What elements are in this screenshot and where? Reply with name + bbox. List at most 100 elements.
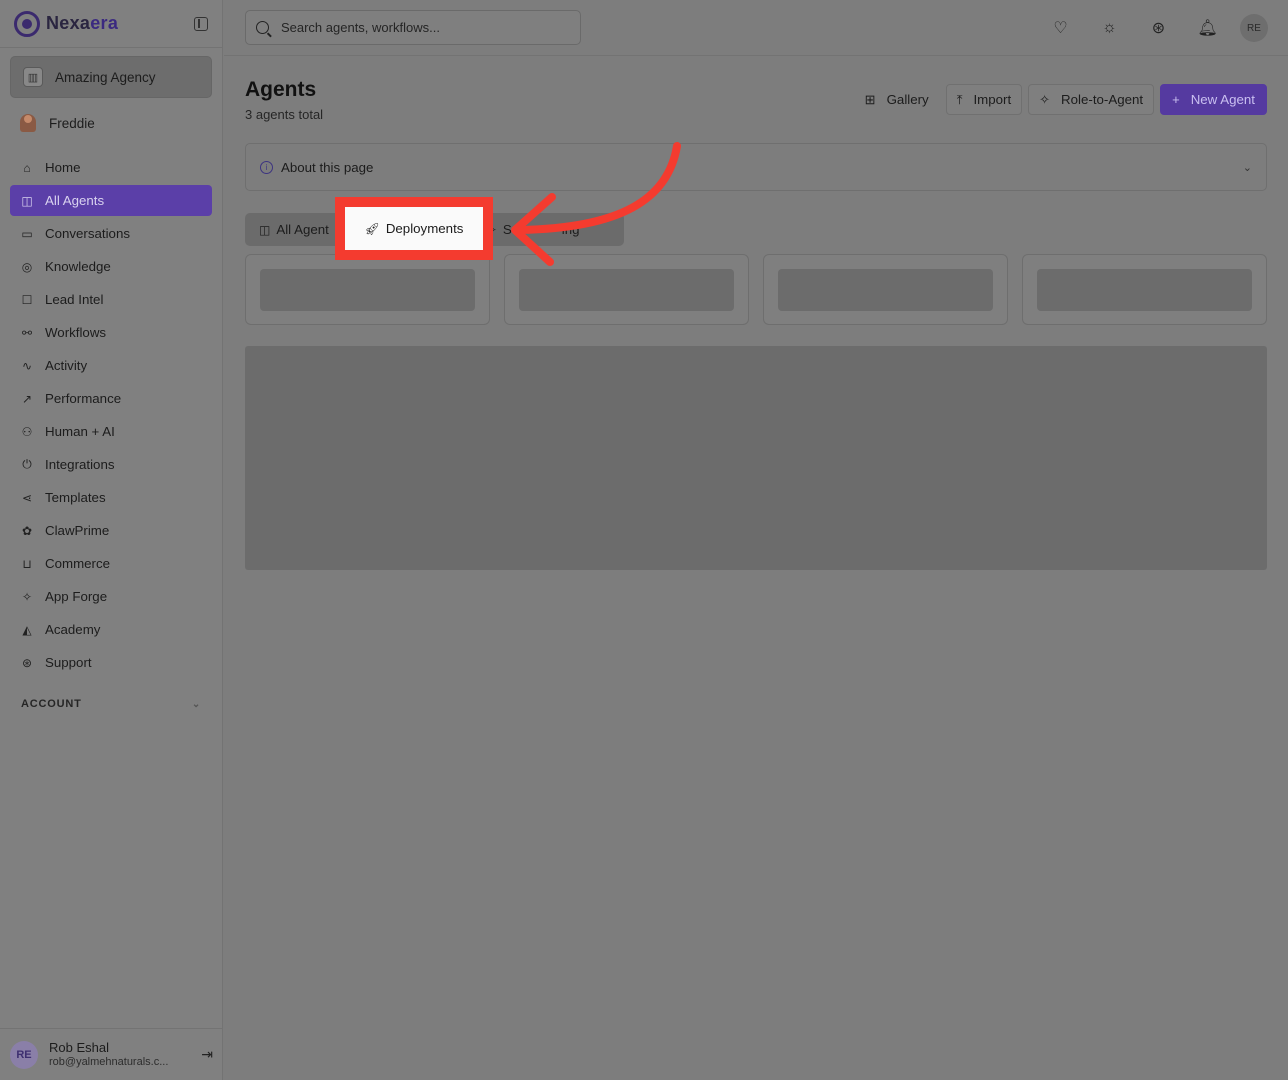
sidebar-item-app-forge[interactable]: ✧ App Forge xyxy=(10,581,212,612)
account-section-toggle[interactable]: ACCOUNT ⌄ xyxy=(0,698,222,710)
logo-icon xyxy=(14,10,40,37)
sidebar-item-clawprime[interactable]: ✿ ClawPrime xyxy=(10,515,212,546)
activity-icon: ∿ xyxy=(21,358,33,373)
sidebar-item-label: Support xyxy=(45,655,92,670)
loading-skeleton xyxy=(260,269,475,311)
new-agent-button[interactable]: + New Agent xyxy=(1160,84,1267,115)
sidebar-item-label: Performance xyxy=(45,391,122,406)
sidebar-item-academy[interactable]: ◭ Academy xyxy=(10,614,212,645)
home-icon: ⌂ xyxy=(23,160,31,175)
sidebar-item-label: Home xyxy=(45,160,81,175)
tab-third[interactable]: ✧ Sing xyxy=(477,216,590,243)
sidebar-item-conversations[interactable]: ▭ Conversations xyxy=(10,218,212,249)
sidebar-item-label: Activity xyxy=(45,358,88,373)
sidebar-item-support[interactable]: ⊛ Support xyxy=(10,647,212,678)
workflow-icon: ⚯ xyxy=(21,325,33,340)
plus-icon: + xyxy=(1172,92,1180,107)
chevron-down-icon: ⌄ xyxy=(191,698,201,710)
gallery-button[interactable]: ⊞ Gallery xyxy=(854,84,940,115)
import-button[interactable]: ⤒ Import xyxy=(945,84,1023,115)
avatar[interactable]: RE xyxy=(1240,14,1268,42)
sidebar-item-label: Workflows xyxy=(45,325,107,340)
deployments-tab-highlighted[interactable]: 🚀︎ Deployments xyxy=(345,207,483,250)
stat-card xyxy=(245,254,490,325)
sidebar-nav: ⌂ Home ◫ All Agents ▭ Conversations ◎ Knowledge… xyxy=(0,152,222,678)
loading-skeleton xyxy=(519,269,734,311)
chat-icon: ▭ xyxy=(21,226,33,241)
sidebar-item-integrations[interactable]: ⏻ Integrations xyxy=(10,449,212,480)
footer-user-name: Rob Eshal xyxy=(49,1039,109,1055)
role-to-agent-button[interactable]: ✧ Role-to-Agent xyxy=(1028,84,1155,115)
sidebar-item-home[interactable]: ⌂ Home xyxy=(10,152,212,183)
brand-logo[interactable]: Nexaera xyxy=(46,13,118,34)
upload-icon: ⤒ xyxy=(956,91,963,107)
sun-icon[interactable]: ☼ xyxy=(1085,14,1134,42)
stat-card xyxy=(1022,254,1267,325)
bell-icon[interactable]: 🔔︎ xyxy=(1183,14,1232,42)
sidebar-item-label: Templates xyxy=(45,490,106,505)
tab-all-agents[interactable]: ◫ All Agent xyxy=(249,216,339,243)
sidebar-item-performance[interactable]: ↗ Performance xyxy=(10,383,212,414)
cart-icon: ⊔ xyxy=(22,556,32,571)
content-loading-skeleton xyxy=(245,346,1267,570)
search-icon xyxy=(256,21,269,34)
sidebar: Nexaera ▥ Amazing Agency Freddie ⌂ Home ◫ A… xyxy=(0,0,223,1080)
sidebar-item-lead-intel[interactable]: ☐ Lead Intel xyxy=(10,284,212,315)
logout-icon[interactable]: ⇥ xyxy=(201,1046,213,1063)
sidebar-item-label: Human + AI xyxy=(45,424,115,439)
trending-icon: ↗ xyxy=(21,391,33,406)
collapse-sidebar-icon[interactable] xyxy=(194,16,208,31)
page-actions: ⊞ Gallery ⤒ Import ✧ Role-to-Agent + New Age… xyxy=(854,84,1267,115)
grid-icon: ⊞ xyxy=(864,91,876,107)
sidebar-item-label: ClawPrime xyxy=(45,523,110,538)
user-name: Freddie xyxy=(49,115,95,131)
heart-icon[interactable]: ♡ xyxy=(1036,14,1085,42)
search-input[interactable] xyxy=(280,20,570,35)
sidebar-item-label: Academy xyxy=(45,622,101,637)
sidebar-item-all-agents[interactable]: ◫ All Agents xyxy=(10,185,212,216)
sidebar-item-label: Knowledge xyxy=(45,259,111,274)
plug-icon: ⏻ xyxy=(22,457,32,471)
chevron-down-icon: ⌄ xyxy=(1242,161,1252,174)
agency-switcher[interactable]: ▥ Amazing Agency xyxy=(10,56,212,98)
user-switcher[interactable]: Freddie xyxy=(0,107,222,139)
paw-icon: ✿ xyxy=(21,523,33,538)
sidebar-item-knowledge[interactable]: ◎ Knowledge xyxy=(10,251,212,282)
graduation-cap-icon: ◭ xyxy=(22,622,32,637)
about-label: About this page xyxy=(281,159,374,175)
user-avatar xyxy=(20,114,36,132)
footer-user: RE Rob Eshal rob@yalmehnaturals.c... ⇥ xyxy=(0,1028,223,1080)
loading-skeleton xyxy=(778,269,993,311)
footer-user-info: Rob Eshal rob@yalmehnaturals.c... xyxy=(49,1040,177,1070)
sidebar-item-label: Lead Intel xyxy=(45,292,104,307)
stat-card xyxy=(504,254,749,325)
sidebar-item-activity[interactable]: ∿ Activity xyxy=(10,350,212,381)
loading-skeleton xyxy=(1037,269,1252,311)
sidebar-item-workflows[interactable]: ⚯ Workflows xyxy=(10,317,212,348)
sidebar-item-label: Integrations xyxy=(45,457,115,472)
network-icon: ⚇ xyxy=(21,424,33,439)
sparkles-icon: ✧ xyxy=(21,589,33,604)
rocket-icon: 🚀︎ xyxy=(364,221,380,236)
lifebuoy-icon[interactable]: ⊛ xyxy=(1134,14,1183,42)
bot-icon: ◫ xyxy=(21,193,33,208)
sidebar-item-commerce[interactable]: ⊔ Commerce xyxy=(10,548,212,579)
search-box[interactable] xyxy=(245,10,581,45)
bot-icon: ◫ xyxy=(259,222,271,237)
contact-icon: ☐ xyxy=(21,292,33,307)
topbar: ♡ ☼ ⊛ 🔔︎ RE xyxy=(224,0,1288,56)
sidebar-item-label: All Agents xyxy=(45,193,105,208)
brain-icon: ◎ xyxy=(21,259,33,274)
stat-card xyxy=(763,254,1008,325)
avatar[interactable]: RE xyxy=(10,1040,38,1069)
page-title: Agents xyxy=(245,78,317,101)
footer-user-email: rob@yalmehnaturals.c... xyxy=(49,1055,169,1068)
topbar-actions: ♡ ☼ ⊛ 🔔︎ RE xyxy=(1036,14,1268,42)
stat-cards xyxy=(245,254,1267,325)
page-subtitle: 3 agents total xyxy=(245,107,324,122)
sidebar-item-label: Conversations xyxy=(45,226,130,241)
sidebar-item-label: App Forge xyxy=(45,589,108,604)
about-this-page-accordion[interactable]: i About this page ⌄ xyxy=(245,143,1267,191)
sidebar-item-human-ai[interactable]: ⚇ Human + AI xyxy=(10,416,212,447)
sidebar-item-templates[interactable]: ⋖ Templates xyxy=(10,482,212,513)
